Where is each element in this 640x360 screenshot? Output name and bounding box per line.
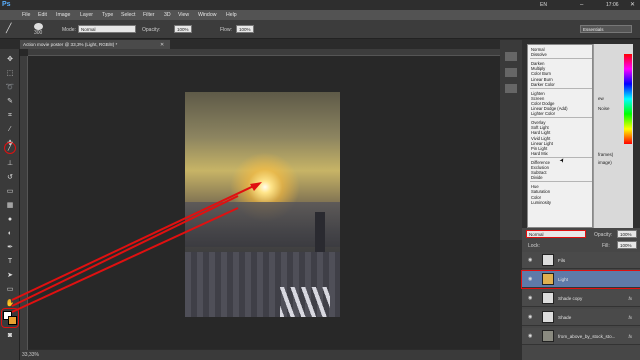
color-ramp[interactable] <box>624 54 632 144</box>
layer-thumbnail <box>542 273 554 285</box>
layer-thumbnail <box>542 311 554 323</box>
menu-separator <box>530 117 592 119</box>
menu-separator <box>530 181 592 183</box>
menu-separator <box>530 58 592 60</box>
props-text-2: Noise <box>598 106 610 111</box>
layer-fill-field[interactable]: 100% <box>617 241 637 249</box>
layer-row[interactable]: ◉ from_above_by_stock_sto... fx <box>522 328 640 345</box>
layer-effects-icon[interactable]: fx <box>628 315 632 320</box>
layer-row[interactable]: ◉ Shade copy fx <box>522 290 640 307</box>
visibility-eye-icon[interactable]: ◉ <box>528 314 532 320</box>
props-text-3: frames) <box>598 152 614 157</box>
layer-blend-select[interactable]: Normal <box>526 230 586 238</box>
layer-name: Fils <box>558 258 566 263</box>
arrow-head <box>250 182 262 191</box>
visibility-eye-icon[interactable]: ◉ <box>528 333 532 339</box>
layer-thumbnail <box>542 292 554 304</box>
props-text-4: image) <box>598 160 612 165</box>
properties-panel: ew Noise frames) image) <box>593 44 633 228</box>
layer-opacity-field[interactable]: 100% <box>617 230 637 238</box>
blend-mode-dropdown: Normal Dissolve Darken Multiply Color Burn Li… <box>527 44 593 228</box>
layers-panel: Normal Opacity: 100% Lock: Fill: 100% ◉ F… <box>521 228 640 360</box>
visibility-eye-icon[interactable]: ◉ <box>528 295 532 301</box>
layer-name: Shade copy <box>558 296 583 301</box>
layer-list: ◉ Fils ◉ Light ◉ Shade copy fx ◉ Shade fx ◉ from_ab… <box>521 252 640 360</box>
blend-mode-option[interactable]: Darker Color <box>531 82 555 87</box>
layer-effects-icon[interactable]: fx <box>628 334 632 339</box>
layer-name: Shade <box>558 315 572 320</box>
menu-separator <box>530 87 592 89</box>
blend-mode-option[interactable]: Divide <box>531 175 543 180</box>
actions-panel-icon[interactable] <box>505 84 517 93</box>
layer-row[interactable]: ◉ Fils <box>522 252 640 269</box>
collapsed-panels-strip <box>500 40 522 240</box>
props-text-1: ew <box>598 96 604 101</box>
lock-label: Lock: <box>528 243 540 249</box>
layer-thumbnail <box>542 330 554 342</box>
layer-thumbnail <box>542 254 554 266</box>
status-bar: 33,33% <box>20 350 500 360</box>
zoom-status[interactable]: 33,33% <box>22 352 39 358</box>
layer-name: from_above_by_stock_sto... <box>558 334 616 339</box>
arrow-line <box>11 207 239 313</box>
blend-mode-option[interactable]: Hard Mix <box>531 151 548 156</box>
blend-mode-option[interactable]: Luminosity <box>531 200 551 205</box>
history-panel-icon[interactable] <box>505 52 517 61</box>
properties-panel-icon[interactable] <box>505 68 517 77</box>
layer-opacity-label: Opacity: <box>594 232 613 238</box>
arrow-line <box>11 195 239 307</box>
blend-mode-option[interactable]: Dissolve <box>531 52 547 57</box>
layer-row[interactable]: ◉ Light <box>521 270 640 289</box>
arrow-line <box>11 183 259 301</box>
layer-effects-icon[interactable]: fx <box>628 296 632 301</box>
layer-row[interactable]: ◉ Shade fx <box>522 309 640 326</box>
visibility-eye-icon[interactable]: ◉ <box>528 276 532 282</box>
layer-name: Light <box>558 277 568 282</box>
fill-label: Fill: <box>602 243 610 249</box>
blend-mode-option[interactable]: Lighter Color <box>531 111 555 116</box>
visibility-eye-icon[interactable]: ◉ <box>528 257 532 263</box>
